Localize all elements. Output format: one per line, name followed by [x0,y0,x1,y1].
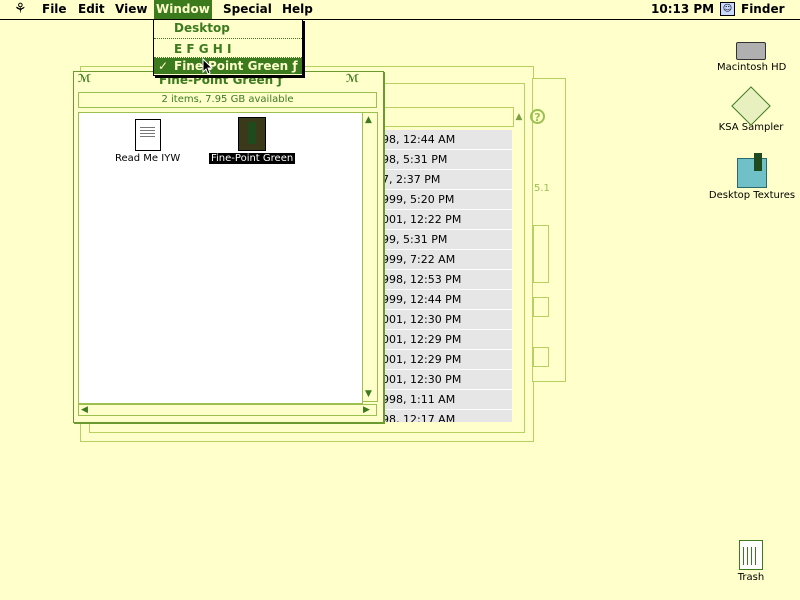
scroll-down-arrow-icon[interactable]: ▼ [365,389,372,399]
mouse-pointer-icon [202,58,214,75]
document-icon [134,119,161,151]
horizontal-scrollbar[interactable]: ◀ ▶ [78,404,377,416]
hard-disk-icon [736,42,766,60]
scroll-left-arrow-icon[interactable]: ◀ [81,405,88,415]
file-read-me-iyw[interactable]: Read Me IYW [113,119,182,164]
window-menu-item-label: Desktop [174,21,230,35]
date-row[interactable]: 99, 5:31 PM [380,230,512,250]
menubar: ⚘ File Edit View Window Special Help 10:… [0,0,800,20]
pen-application-icon [238,117,267,151]
window-menu-item-desktop[interactable]: Desktop [154,20,302,36]
date-row[interactable]: 001, 12:29 PM [380,350,512,370]
window-menu-item-efghi[interactable]: E F G H I [154,41,302,57]
window-content: Read Me IYW Fine-Point Green [78,112,363,404]
file-label: Read Me IYW [115,153,181,164]
date-row[interactable]: 001, 12:29 PM [380,330,512,350]
checkmark-icon: ✓ [158,59,169,73]
desktop-textures-icon [737,153,767,188]
date-column-header[interactable] [380,107,514,127]
zoom-box-icon[interactable]: ℳ [346,72,359,85]
finder-app-icon[interactable]: ☺ [720,2,735,16]
fine-point-green-window[interactable]: ℳ Fine-Point Green ƒ ℳ 2 items, 7.95 GB … [73,71,384,423]
scroll-up-arrow-icon[interactable]: ▲ [365,115,372,125]
menu-special[interactable]: Special [221,0,274,19]
menubar-clock[interactable]: 10:13 PM [651,0,714,19]
window-menu-item-label: Fine-Point Green ƒ [174,59,298,73]
desktop-icon-desktop-textures[interactable]: Desktop Textures [706,153,798,201]
date-row[interactable]: 999, 12:44 PM [380,290,512,310]
menu-help[interactable]: Help [280,0,315,19]
date-row[interactable]: 001, 12:30 PM [380,310,512,330]
trash-icon [739,540,763,570]
window-menu-item-fine-point-green[interactable]: ✓ Fine-Point Green ƒ [154,58,302,74]
date-row[interactable]: 998, 1:11 AM [380,390,512,410]
date-row[interactable]: 999, 5:20 PM [380,190,512,210]
window-info-bar: 2 items, 7.95 GB available [78,92,377,108]
window-menu-item-label: E F G H I [174,42,232,56]
ksa-sampler-icon [731,86,771,126]
sort-direction-icon[interactable]: ▲ [512,108,526,126]
date-row[interactable]: 7, 2:37 PM [380,170,512,190]
vertical-scrollbar[interactable]: ▲ ▼ [362,112,378,402]
window-panel [533,347,549,367]
date-row[interactable]: 98, 5:31 PM [380,150,512,170]
date-row[interactable]: 001, 12:22 PM [380,210,512,230]
desktop-icon-label: Trash [736,572,766,583]
window-panel [533,225,549,283]
application-menu[interactable]: Finder [741,0,785,19]
date-row[interactable]: 98, 12:17 AM [380,410,512,422]
date-modified-column: 98, 12:44 AM 98, 5:31 PM 7, 2:37 PM 999, 5:… [380,130,512,422]
scroll-right-arrow-icon[interactable]: ▶ [363,405,370,415]
menu-file[interactable]: File [40,0,69,19]
window-panel [533,297,549,317]
desktop-icon-ksa-sampler[interactable]: KSA Sampler [716,86,786,133]
help-icon[interactable]: ? [530,109,545,124]
file-fine-point-green[interactable]: Fine-Point Green [209,117,296,164]
close-box-icon[interactable]: ℳ [78,72,91,85]
window-menu-dropdown: Desktop E F G H I ✓ Fine-Point Green ƒ [153,19,303,76]
version-text: 5.1 [534,183,550,194]
file-label: Fine-Point Green [209,153,296,164]
desktop-icon-label: Macintosh HD [716,62,788,73]
menu-window[interactable]: Window [154,0,212,19]
date-row[interactable]: 999, 7:22 AM [380,250,512,270]
date-row[interactable]: 98, 12:44 AM [380,130,512,150]
date-row[interactable]: 001, 12:30 PM [380,370,512,390]
desktop-icon-macintosh-hd[interactable]: Macintosh HD [716,42,788,73]
menu-separator [154,38,302,39]
menu-edit[interactable]: Edit [76,0,107,19]
menu-view[interactable]: View [113,0,149,19]
date-row[interactable]: 998, 12:53 PM [380,270,512,290]
desktop-icon-label: Desktop Textures [707,190,797,201]
apple-menu-icon[interactable]: ⚘ [14,1,27,17]
desktop-icon-trash[interactable]: Trash [728,540,774,583]
